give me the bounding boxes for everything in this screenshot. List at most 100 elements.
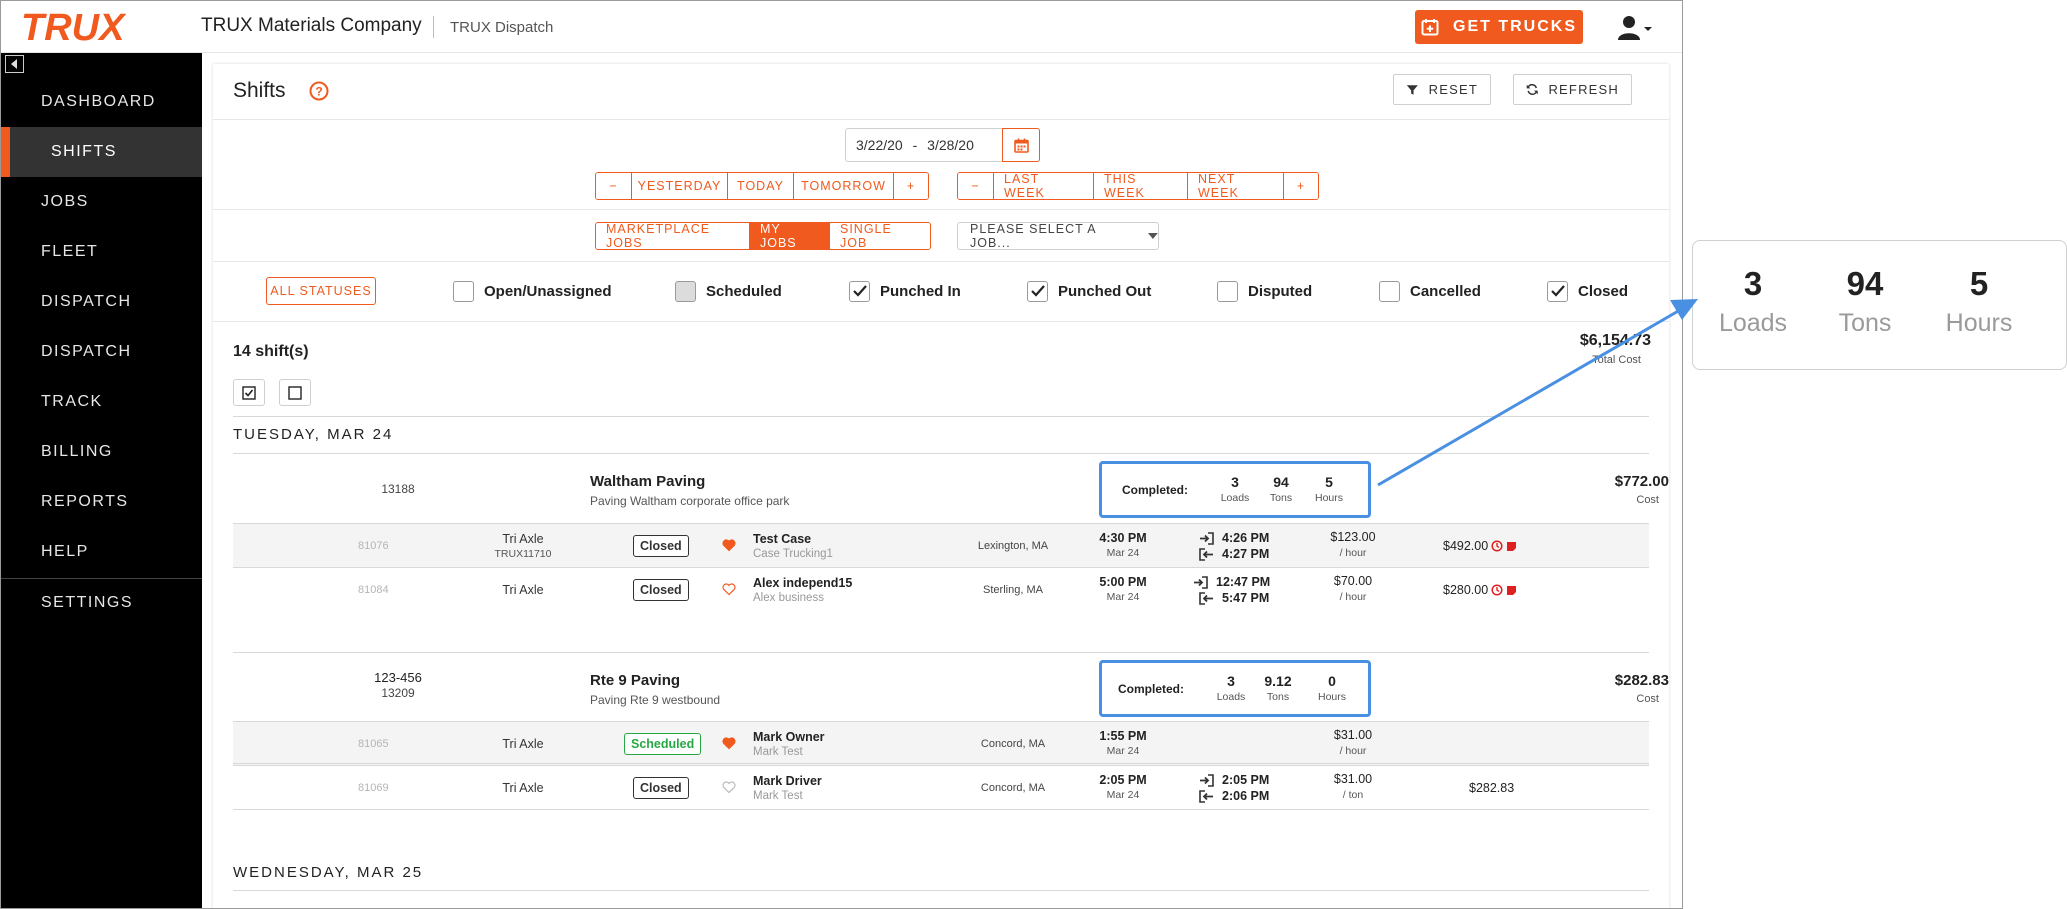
reset-label: RESET — [1428, 82, 1478, 97]
job-type-group: MARKETPLACE JOBS MY JOBS SINGLE JOB — [595, 222, 931, 250]
sidebar-item-help[interactable]: HELP — [1, 527, 202, 577]
sidebar-item-track[interactable]: TRACK — [1, 377, 202, 427]
favorite-heart-outline-icon[interactable] — [722, 582, 736, 596]
sidebar-item-shifts[interactable]: SHIFTS — [1, 127, 202, 177]
help-icon[interactable]: ? — [309, 81, 329, 101]
job-select-dropdown[interactable]: PLEASE SELECT A JOB... — [957, 222, 1159, 250]
collapse-sidebar-button[interactable] — [5, 55, 24, 73]
shift-row[interactable]: 81076 Tri Axle TRUX11710 Closed Test Case… — [233, 523, 1649, 567]
checkbox-scheduled[interactable] — [675, 280, 696, 302]
driver-name[interactable]: Alex independ15 Alex business — [753, 576, 852, 604]
job-id: 13188 — [381, 482, 415, 496]
next-week-step-button[interactable]: + — [1284, 173, 1318, 199]
yesterday-button[interactable]: YESTERDAY — [632, 173, 728, 199]
shift-row[interactable]: 81065 Tri Axle Scheduled Mark Owner Mark … — [233, 721, 1649, 765]
last-week-button[interactable]: LAST WEEK — [994, 173, 1094, 199]
driver-name[interactable]: Test Case Case Trucking1 — [753, 532, 833, 560]
job-description: Paving Rte 9 westbound — [590, 693, 721, 707]
date-range-input[interactable]: 3/22/20 - 3/28/20 — [845, 128, 1003, 162]
status-filter-punched-in[interactable]: Punched In — [849, 279, 961, 303]
checkbox-cancelled[interactable] — [1379, 280, 1400, 302]
sidebar-item-reports[interactable]: REPORTS — [1, 477, 202, 527]
select-all-button[interactable] — [233, 379, 265, 406]
total-cost-label: Total Cost — [1592, 354, 1641, 366]
status-filter-open[interactable]: Open/Unassigned — [453, 279, 612, 303]
marketplace-jobs-tab[interactable]: MARKETPLACE JOBS — [596, 223, 750, 249]
status-label: Punched In — [880, 282, 961, 300]
calendar-icon — [1013, 138, 1029, 153]
sidebar-item-dispatch[interactable]: DISPATCH — [1, 277, 202, 327]
driver-name[interactable]: Mark Driver Mark Test — [753, 774, 822, 802]
status-label: Punched Out — [1058, 282, 1152, 300]
all-statuses-button[interactable]: ALL STATUSES — [266, 277, 376, 305]
shift-rate: $31.00/ hour — [1333, 728, 1373, 757]
driver-name[interactable]: Mark Owner Mark Test — [753, 730, 825, 758]
sidebar-item-fleet[interactable]: FLEET — [1, 227, 202, 277]
punch-times: 4:26 PM 4:27 PM — [1199, 530, 1269, 562]
tomorrow-button[interactable]: TOMORROW — [794, 173, 894, 199]
favorite-heart-outline-icon[interactable] — [722, 780, 736, 794]
reset-button[interactable]: RESET — [1393, 74, 1491, 105]
checkbox-closed[interactable] — [1547, 280, 1568, 302]
prev-day-button[interactable]: − — [596, 173, 632, 199]
shift-row[interactable]: 81084 Tri Axle Closed Alex independ15 Ale… — [233, 567, 1649, 611]
job-name: Rte 9 Paving — [590, 672, 681, 689]
product-name: TRUX Dispatch — [450, 19, 554, 36]
trux-logo[interactable]: TRUX — [21, 7, 173, 47]
header-divider — [433, 16, 434, 38]
job-select-placeholder: PLEASE SELECT A JOB... — [970, 222, 1096, 250]
status-filter-scheduled[interactable]: Scheduled — [675, 279, 782, 303]
date-separator: - — [912, 137, 918, 153]
check-square-icon — [242, 385, 256, 400]
status-filter-disputed[interactable]: Disputed — [1217, 279, 1312, 303]
checkbox-punched-out[interactable] — [1027, 280, 1048, 302]
note-alert-icon — [1507, 541, 1517, 551]
refresh-button[interactable]: REFRESH — [1513, 74, 1632, 105]
user-icon — [1618, 16, 1652, 40]
sidebar-item-settings[interactable]: SETTINGS — [1, 578, 202, 628]
checkbox-disputed[interactable] — [1217, 280, 1238, 302]
status-badge: Scheduled — [624, 733, 702, 755]
punch-out-icon — [1199, 547, 1213, 561]
shift-count: 14 shift(s) — [233, 343, 309, 360]
sidebar-item-dispatch-2[interactable]: DISPATCH — [1, 327, 202, 377]
this-week-button[interactable]: THIS WEEK — [1094, 173, 1188, 199]
collapse-icon — [11, 59, 17, 69]
caret-down-icon — [1148, 233, 1158, 239]
sidebar-item-dashboard[interactable]: DASHBOARD — [1, 77, 202, 127]
shift-row[interactable]: 81069 Tri Axle Closed Mark Driver Mark Te… — [233, 765, 1649, 809]
calendar-button[interactable] — [1002, 128, 1040, 162]
driver-company: Alex business — [753, 592, 824, 604]
user-menu[interactable] — [1617, 14, 1653, 42]
job-header[interactable]: 123-456 13209 Rte 9 Paving Paving Rte 9 … — [233, 654, 1669, 722]
status-filter-punched-out[interactable]: Punched Out — [1027, 279, 1151, 303]
next-week-button[interactable]: NEXT WEEK — [1188, 173, 1284, 199]
sidebar-item-jobs[interactable]: JOBS — [1, 177, 202, 227]
my-jobs-tab[interactable]: MY JOBS — [750, 223, 830, 249]
checkbox-punched-in[interactable] — [849, 280, 870, 302]
deselect-all-button[interactable] — [279, 379, 311, 406]
next-day-button[interactable]: + — [894, 173, 928, 199]
status-filter-closed[interactable]: Closed — [1547, 279, 1628, 303]
prev-week-button[interactable]: − — [958, 173, 994, 199]
favorite-heart-icon[interactable] — [722, 538, 736, 552]
shift-rate: $31.00/ ton — [1333, 772, 1373, 801]
sidebar-item-billing[interactable]: BILLING — [1, 427, 202, 477]
job-header[interactable]: 13188 Waltham Paving Paving Waltham corp… — [233, 455, 1669, 523]
completed-label: Completed: — [1122, 483, 1188, 497]
favorite-heart-icon[interactable] — [722, 736, 736, 750]
checkbox-open[interactable] — [453, 280, 474, 302]
start-time: 2:05 PM Mar 24 — [1099, 773, 1147, 801]
day-heading: WEDNESDAY, MAR 25 — [233, 864, 424, 881]
day-navigation-group: − YESTERDAY TODAY TOMORROW + — [595, 172, 929, 200]
job-number: 123-456 — [374, 670, 422, 685]
zoom-hours-label: Hours — [1945, 309, 2013, 337]
status-filter-cancelled[interactable]: Cancelled — [1379, 279, 1481, 303]
punch-times: 2:05 PM 2:06 PM — [1199, 772, 1269, 804]
zoom-callout-panel: 3 Loads 94 Tons 5 Hours — [1692, 240, 2067, 370]
single-job-tab[interactable]: SINGLE JOB — [830, 223, 930, 249]
status-badge: Closed — [633, 535, 689, 557]
today-button[interactable]: TODAY — [728, 173, 794, 199]
get-trucks-button[interactable]: GET TRUCKS — [1415, 10, 1583, 44]
week-navigation-group: − LAST WEEK THIS WEEK NEXT WEEK + — [957, 172, 1319, 200]
